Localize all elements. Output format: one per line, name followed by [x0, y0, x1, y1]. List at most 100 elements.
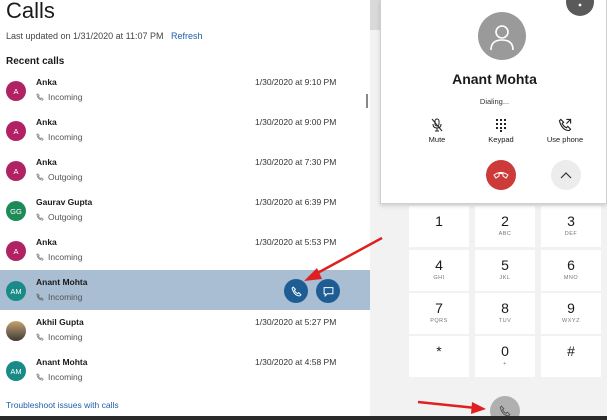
call-row[interactable]: A Anka Incoming 1/30/2020 at 5:53 PM — [0, 230, 370, 270]
key-letters: DEF — [564, 231, 578, 237]
phone-icon — [291, 285, 302, 296]
caller-name: Anka — [36, 157, 57, 167]
phone-arrow-icon — [36, 253, 44, 261]
keypad-button[interactable]: Keypad — [471, 118, 531, 144]
call-direction-label: Incoming — [48, 372, 83, 382]
scrollbar-thumb[interactable] — [366, 94, 368, 108]
key-letters: WXYZ — [562, 318, 580, 324]
dialpad-key-9[interactable]: 9 WXYZ — [541, 293, 601, 334]
dialpad-key-7[interactable]: 7 PQRS — [409, 293, 469, 334]
recent-calls-heading: Recent calls — [6, 56, 65, 67]
call-window: Anant Mohta Dialing... Mute Keypad Use p… — [380, 0, 607, 204]
dialpad-key-6[interactable]: 6 MNO — [541, 250, 601, 291]
phone-transfer-icon — [558, 118, 572, 132]
recent-calls-list: A Anka Incoming 1/30/2020 at 9:10 PM A A… — [0, 70, 370, 390]
call-direction-label: Outgoing — [48, 212, 83, 222]
key-digit: * — [436, 343, 442, 359]
use-phone-button[interactable]: Use phone — [535, 118, 595, 144]
call-time: 1/30/2020 at 5:27 PM — [255, 317, 337, 327]
dialpad-key-0[interactable]: 0 + — [475, 336, 535, 377]
call-direction-label: Incoming — [48, 252, 83, 262]
phone-arrow-icon — [36, 133, 44, 141]
mic-off-icon — [431, 118, 443, 132]
call-direction: Outgoing — [36, 172, 83, 182]
more-vertical-icon — [578, 3, 582, 7]
avatar-photo — [6, 321, 26, 341]
key-digit: 8 — [501, 300, 509, 316]
dialpad-key-star[interactable]: * — [409, 336, 469, 377]
keypad-label: Keypad — [488, 135, 514, 144]
key-digit: 5 — [501, 257, 509, 273]
avatar: A — [6, 121, 26, 141]
dialpad-key-5[interactable]: 5 JKL — [475, 250, 535, 291]
refresh-link[interactable]: Refresh — [171, 31, 203, 41]
mute-label: Mute — [428, 135, 446, 144]
avatar: A — [6, 241, 26, 261]
call-back-button[interactable] — [284, 279, 308, 303]
key-digit: 7 — [435, 300, 443, 316]
phone-arrow-icon — [36, 293, 44, 301]
collapse-button[interactable] — [551, 160, 581, 190]
key-letters: MNO — [563, 275, 579, 281]
callee-name: Anant Mohta — [452, 71, 537, 87]
call-direction: Incoming — [36, 332, 83, 342]
hangup-button[interactable] — [486, 160, 516, 190]
key-digit: 1 — [435, 213, 443, 229]
dialpad-key-3[interactable]: 3 DEF — [541, 206, 601, 247]
call-row[interactable]: AM Anant Mohta Incoming 1/30/2020 at 4:5… — [0, 350, 370, 390]
hangup-icon — [493, 172, 509, 179]
caller-name: Anka — [36, 77, 57, 87]
dialpad-key-4[interactable]: 4 GHI — [409, 250, 469, 291]
phone-arrow-icon — [36, 173, 44, 181]
key-letters: ABC — [498, 231, 512, 237]
dialpad-key-hash[interactable]: # — [541, 336, 601, 377]
keypad-icon — [496, 119, 506, 132]
send-message-button[interactable] — [316, 279, 340, 303]
phone-arrow-icon — [36, 213, 44, 221]
call-time: 1/30/2020 at 4:58 PM — [255, 357, 337, 367]
annotation-arrow — [417, 400, 486, 414]
key-letters: PQRS — [430, 318, 448, 324]
key-digit: 3 — [567, 213, 575, 229]
call-row[interactable]: Akhil Gupta Incoming 1/30/2020 at 5:27 P… — [0, 310, 370, 350]
calls-panel: Calls Last updated on 1/31/2020 at 11:07… — [0, 0, 370, 420]
call-direction: Incoming — [36, 132, 83, 142]
call-row-selected[interactable]: AM Anant Mohta Incoming — [0, 270, 370, 310]
call-row[interactable]: A Anka Outgoing 1/30/2020 at 7:30 PM — [0, 150, 370, 190]
call-direction: Incoming — [36, 372, 83, 382]
troubleshoot-link[interactable]: Troubleshoot issues with calls — [6, 400, 119, 410]
key-letters: GHI — [433, 275, 445, 281]
call-direction-label: Incoming — [48, 292, 83, 302]
caller-name: Anant Mohta — [36, 277, 88, 287]
call-direction: Incoming — [36, 92, 83, 102]
phone-arrow-icon — [36, 93, 44, 101]
key-digit: 4 — [435, 257, 443, 273]
contact-avatar — [478, 12, 526, 60]
dialpad-key-2[interactable]: 2 ABC — [475, 206, 535, 247]
chat-icon — [323, 286, 333, 297]
caller-name: Anka — [36, 237, 57, 247]
avatar: A — [6, 81, 26, 101]
call-row[interactable]: A Anka Incoming 1/30/2020 at 9:10 PM — [0, 70, 370, 110]
use-phone-label: Use phone — [546, 135, 584, 144]
caller-name: Anant Mohta — [36, 357, 88, 367]
key-digit: 2 — [501, 213, 509, 229]
phone-arrow-icon — [36, 373, 44, 381]
last-updated-text: Last updated on 1/31/2020 at 11:07 PM — [6, 31, 164, 41]
call-row[interactable]: GG Gaurav Gupta Outgoing 1/30/2020 at 6:… — [0, 190, 370, 230]
chevron-up-icon — [560, 172, 572, 179]
caller-name: Akhil Gupta — [36, 317, 84, 327]
dialpad-key-1[interactable]: 1 — [409, 206, 469, 247]
key-letters: + — [503, 361, 507, 367]
avatar: A — [6, 161, 26, 181]
mute-button[interactable]: Mute — [407, 118, 467, 144]
dialpad-key-8[interactable]: 8 TUV — [475, 293, 535, 334]
call-direction-label: Incoming — [48, 332, 83, 342]
key-letters: JKL — [499, 275, 511, 281]
phone-arrow-icon — [36, 333, 44, 341]
call-direction-label: Outgoing — [48, 172, 83, 182]
call-row[interactable]: A Anka Incoming 1/30/2020 at 9:00 PM — [0, 110, 370, 150]
call-direction: Outgoing — [36, 212, 83, 222]
call-status: Dialing... — [479, 97, 510, 106]
call-time: 1/30/2020 at 9:10 PM — [255, 77, 337, 87]
